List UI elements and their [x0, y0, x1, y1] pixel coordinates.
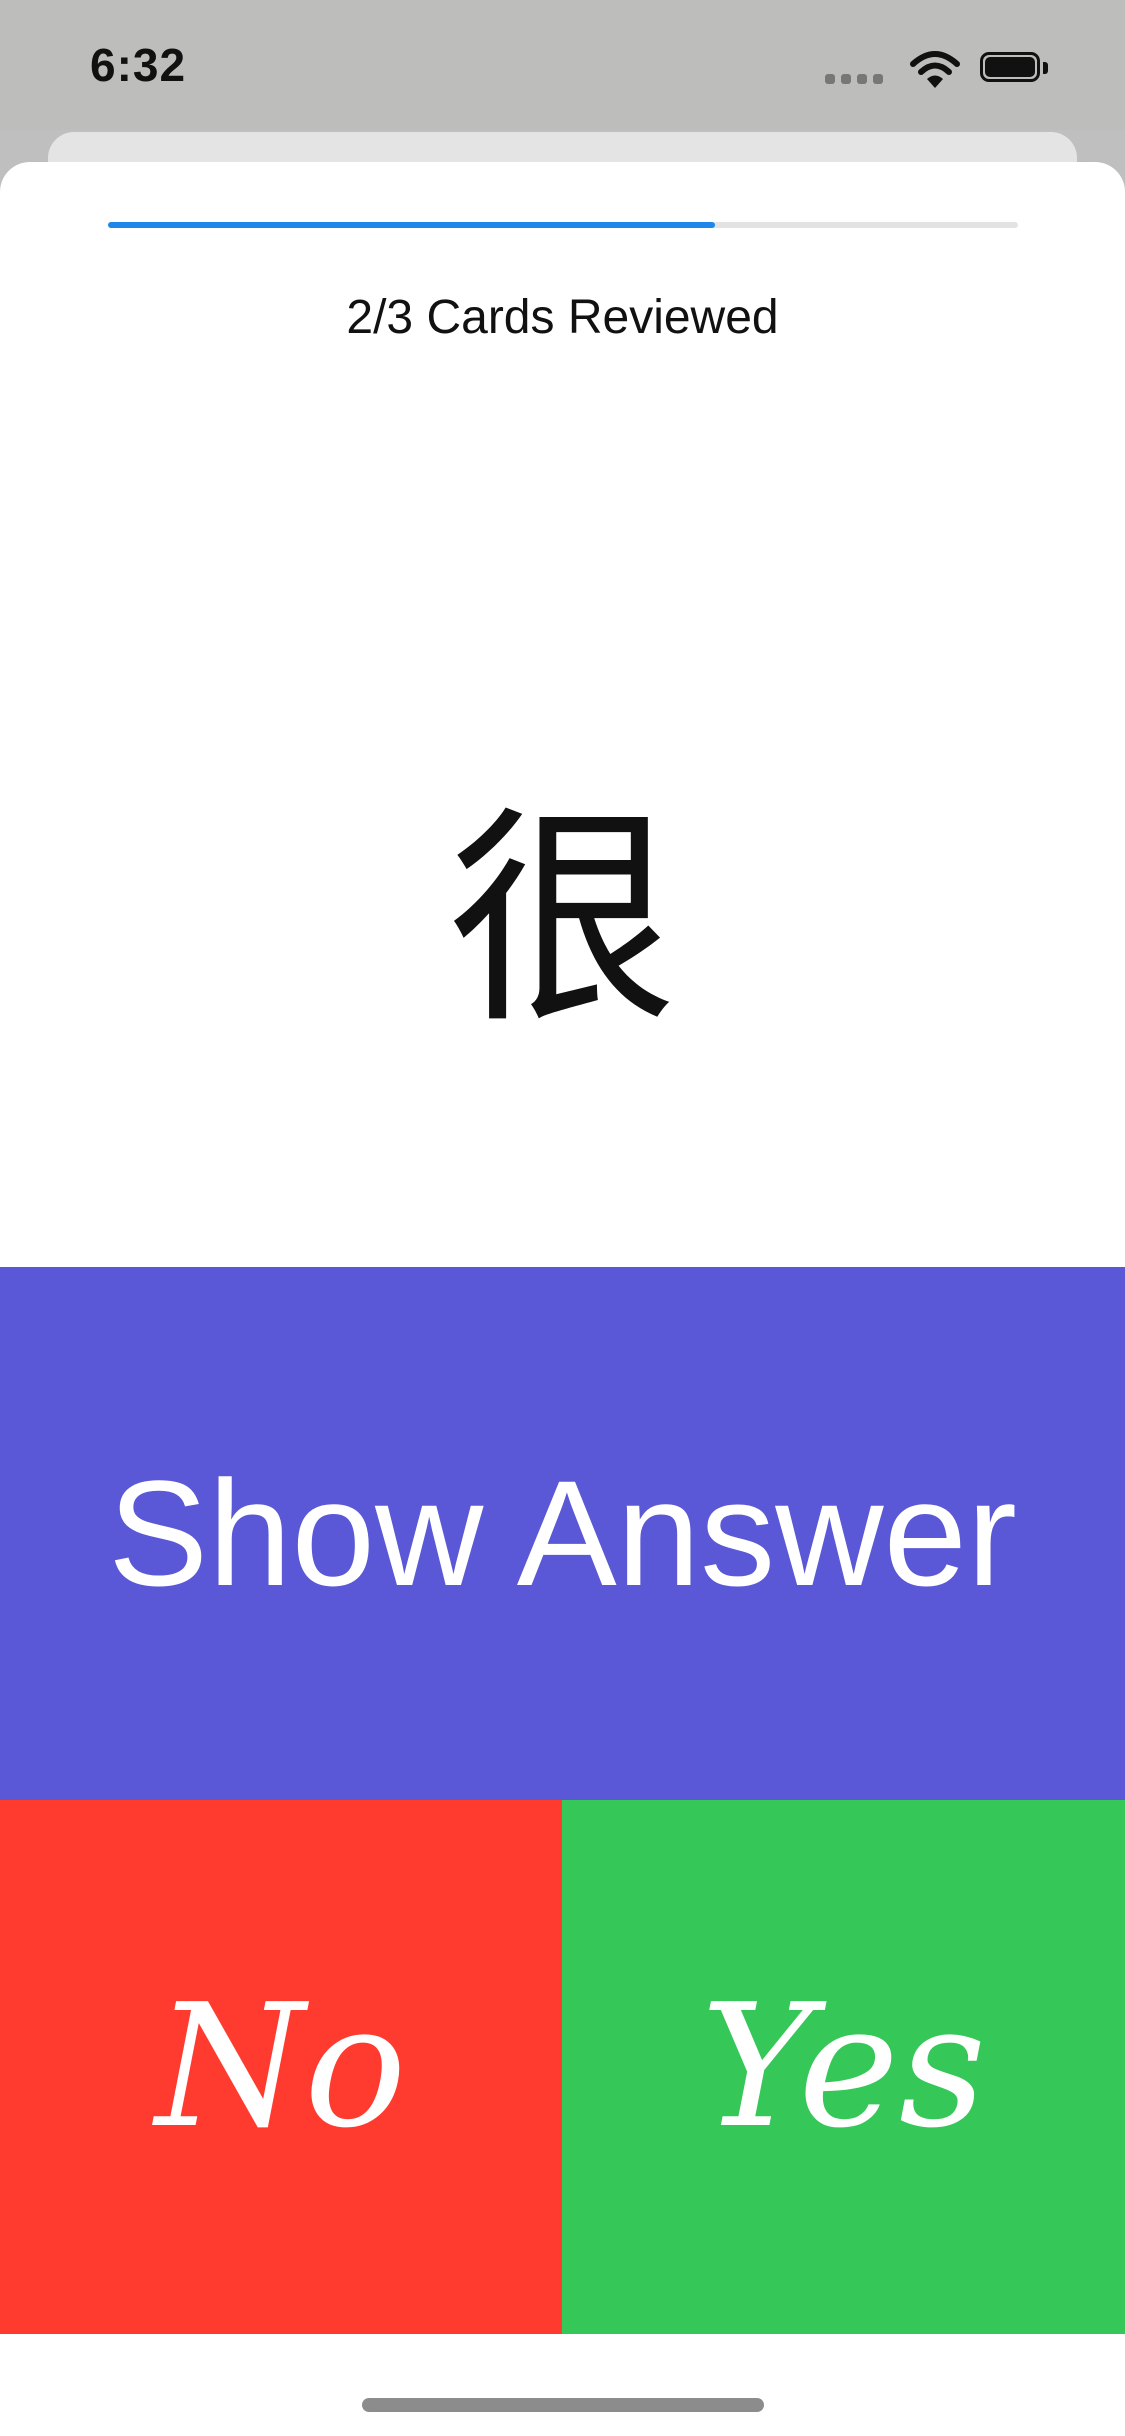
home-indicator: [362, 2398, 764, 2412]
review-progress-fill: [108, 222, 715, 228]
review-progress-label: 2/3 Cards Reviewed: [346, 291, 779, 344]
review-sheet: 2/3 Cards Reviewed 很 Show Answer No Yes: [0, 162, 1125, 2436]
flashcard-front: 很: [447, 788, 678, 1055]
status-time: 6:32: [90, 39, 187, 91]
yes-button[interactable]: Yes: [562, 1800, 1125, 2334]
no-button[interactable]: No: [0, 1800, 562, 2334]
battery-icon: [980, 52, 1048, 84]
review-progress-bar: [108, 222, 1018, 228]
wifi-icon: [910, 51, 960, 88]
status-icons: [825, 50, 1085, 90]
show-answer-button[interactable]: Show Answer: [0, 1267, 1125, 1800]
cellular-signal-icon: [825, 72, 885, 84]
status-bar: 6:32: [0, 0, 1125, 130]
